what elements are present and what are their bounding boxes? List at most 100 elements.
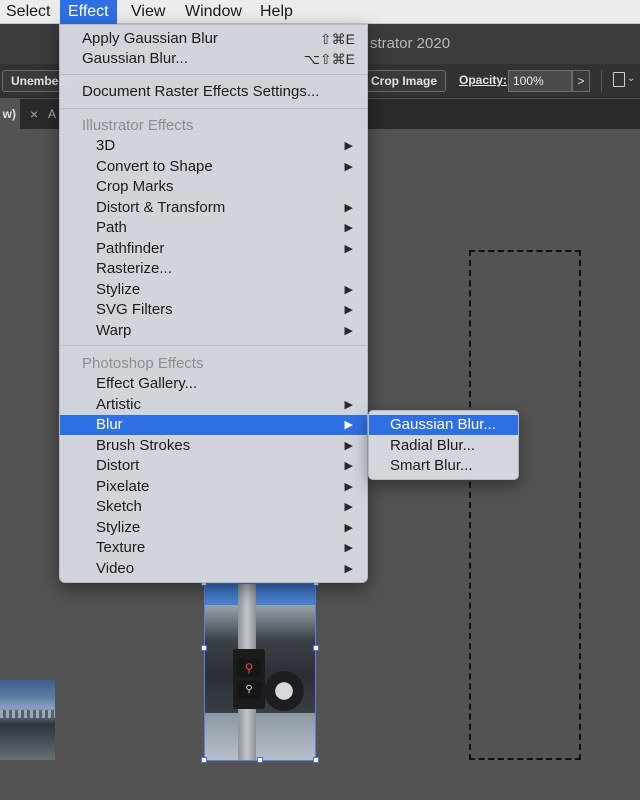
menu-item-video[interactable]: Video ▶: [60, 559, 367, 579]
menu-item-shortcut: ⇧⌘E: [319, 31, 355, 47]
submenu-arrow-icon: ▶: [344, 304, 353, 316]
menu-item-gaussian-blur[interactable]: Gaussian Blur... ⌥⇧⌘E: [60, 49, 367, 69]
menu-item-label: Brush Strokes: [96, 436, 191, 454]
menu-item-label: Apply Gaussian Blur: [82, 30, 218, 47]
menu-item-label: Distort & Transform: [96, 198, 226, 216]
menu-header-illustrator-effects: Illustrator Effects: [60, 116, 367, 136]
opacity-label[interactable]: Opacity:: [459, 73, 507, 87]
selection-handle-bottom-left[interactable]: [201, 757, 207, 763]
menu-separator: [60, 108, 367, 109]
menu-header-label: Photoshop Effects: [82, 355, 204, 372]
menu-item-blur[interactable]: Blur ▶: [60, 415, 367, 435]
menu-item-label: SVG Filters: [96, 301, 173, 318]
menu-item-label: Distort: [96, 457, 140, 474]
menu-item-label: Convert to Shape: [96, 157, 213, 175]
menu-view[interactable]: View: [123, 0, 173, 24]
app-title: strator 2020: [370, 35, 451, 52]
submenu-arrow-icon: ▶: [344, 460, 353, 472]
selection-handle-middle-left[interactable]: [201, 645, 207, 651]
menu-header-photoshop-effects: Photoshop Effects: [60, 354, 367, 374]
submenu-arrow-icon: ▶: [344, 542, 353, 554]
submenu-arrow-icon: ▶: [344, 439, 353, 452]
menu-item-label: Blur: [96, 416, 123, 433]
menu-item-label: Document Raster Effects Settings...: [82, 83, 320, 100]
submenu-arrow-icon: ▶: [344, 480, 353, 493]
submenu-arrow-icon: ▶: [344, 521, 353, 534]
control-divider: [601, 70, 602, 92]
menu-help[interactable]: Help: [252, 0, 301, 24]
menu-item-warp[interactable]: Warp ▶: [60, 321, 367, 341]
submenu-arrow-icon: ▶: [344, 283, 353, 296]
menu-item-rasterize[interactable]: Rasterize...: [60, 259, 367, 279]
menu-item-texture[interactable]: Texture ▶: [60, 538, 367, 558]
menu-header-label: Illustrator Effects: [82, 117, 194, 134]
opacity-input[interactable]: 100%: [508, 70, 572, 92]
menu-item-crop-marks[interactable]: Crop Marks: [60, 177, 367, 197]
menu-item-3d[interactable]: 3D ▶: [60, 136, 367, 156]
menu-item-label: Rasterize...: [96, 260, 172, 277]
menu-window[interactable]: Window: [177, 0, 250, 24]
submenu-arrow-icon: ▶: [344, 324, 353, 337]
menu-item-convert-to-shape[interactable]: Convert to Shape ▶: [60, 157, 367, 177]
menu-item-artistic[interactable]: Artistic ▶: [60, 395, 367, 415]
menu-item-label: Warp: [96, 321, 132, 339]
submenu-arrow-icon: ▶: [344, 419, 353, 431]
menu-item-distort[interactable]: Distort ▶: [60, 456, 367, 476]
menu-separator: [60, 74, 367, 75]
document-setup-icon[interactable]: [613, 72, 625, 87]
tab-second-document[interactable]: A: [48, 107, 56, 121]
menu-item-label: Sketch: [96, 498, 142, 515]
selection-bounding-box[interactable]: [204, 583, 316, 761]
chevron-down-icon[interactable]: ⌄: [627, 73, 635, 84]
menu-item-label: Crop Marks: [96, 178, 174, 195]
menu-separator: [60, 345, 367, 346]
menu-item-document-raster-effects-settings[interactable]: Document Raster Effects Settings...: [60, 82, 367, 102]
submenu-item-radial-blur[interactable]: Radial Blur...: [369, 436, 518, 456]
menu-item-pixelate[interactable]: Pixelate ▶: [60, 477, 367, 497]
submenu-arrow-icon: ▶: [344, 160, 353, 173]
submenu-item-label: Smart Blur...: [390, 457, 473, 474]
menu-item-label: Pixelate: [96, 477, 150, 495]
menu-item-brush-strokes[interactable]: Brush Strokes ▶: [60, 436, 367, 456]
menu-item-effect-gallery[interactable]: Effect Gallery...: [60, 374, 367, 394]
submenu-arrow-icon: ▶: [344, 562, 353, 575]
crop-image-button[interactable]: Crop Image: [362, 70, 447, 92]
submenu-arrow-icon: ▶: [344, 398, 353, 411]
menu-item-svg-filters[interactable]: SVG Filters ▶: [60, 300, 367, 320]
menu-item-label: Video: [96, 559, 135, 577]
submenu-arrow-icon: ▶: [344, 140, 353, 152]
blur-submenu: Gaussian Blur... Radial Blur... Smart Bl…: [368, 410, 519, 480]
submenu-item-gaussian-blur[interactable]: Gaussian Blur...: [369, 415, 518, 435]
menu-item-label: Pathfinder: [96, 239, 165, 257]
selection-handle-bottom-middle[interactable]: [257, 757, 263, 763]
submenu-item-smart-blur[interactable]: Smart Blur...: [369, 456, 518, 476]
tab-active-document[interactable]: w): [0, 99, 20, 129]
submenu-item-label: Gaussian Blur...: [390, 416, 496, 433]
submenu-arrow-icon: ▶: [344, 201, 353, 214]
menu-item-distort-transform[interactable]: Distort & Transform ▶: [60, 198, 367, 218]
menu-select[interactable]: Select: [0, 0, 58, 24]
close-icon[interactable]: ×: [30, 106, 38, 122]
menu-item-label: 3D: [96, 137, 116, 154]
menu-effect[interactable]: Effect: [60, 0, 117, 24]
dashed-artboard-outline[interactable]: [469, 250, 581, 760]
menu-item-apply-gaussian-blur[interactable]: Apply Gaussian Blur ⇧⌘E: [60, 29, 367, 49]
menu-item-label: Effect Gallery...: [96, 375, 198, 392]
menu-item-label: Path: [96, 219, 127, 236]
placed-image-left[interactable]: [0, 680, 55, 760]
effect-menu-dropdown: Apply Gaussian Blur ⇧⌘E Gaussian Blur...…: [59, 24, 368, 583]
menu-item-label: Stylize: [96, 280, 141, 298]
submenu-arrow-icon: ▶: [344, 501, 353, 513]
menu-item-path[interactable]: Path ▶: [60, 218, 367, 238]
menu-item-shortcut: ⌥⇧⌘E: [303, 51, 355, 67]
menu-item-label: Stylize: [96, 518, 141, 536]
menu-item-stylize-photoshop[interactable]: Stylize ▶: [60, 518, 367, 538]
menu-item-pathfinder[interactable]: Pathfinder ▶: [60, 239, 367, 259]
selection-handle-middle-right[interactable]: [313, 645, 319, 651]
menu-item-stylize-illustrator[interactable]: Stylize ▶: [60, 280, 367, 300]
menu-item-sketch[interactable]: Sketch ▶: [60, 497, 367, 517]
opacity-dropdown-button[interactable]: >: [572, 70, 590, 92]
selection-handle-bottom-right[interactable]: [313, 757, 319, 763]
menu-item-label: Texture: [96, 539, 146, 556]
submenu-item-label: Radial Blur...: [390, 436, 476, 454]
